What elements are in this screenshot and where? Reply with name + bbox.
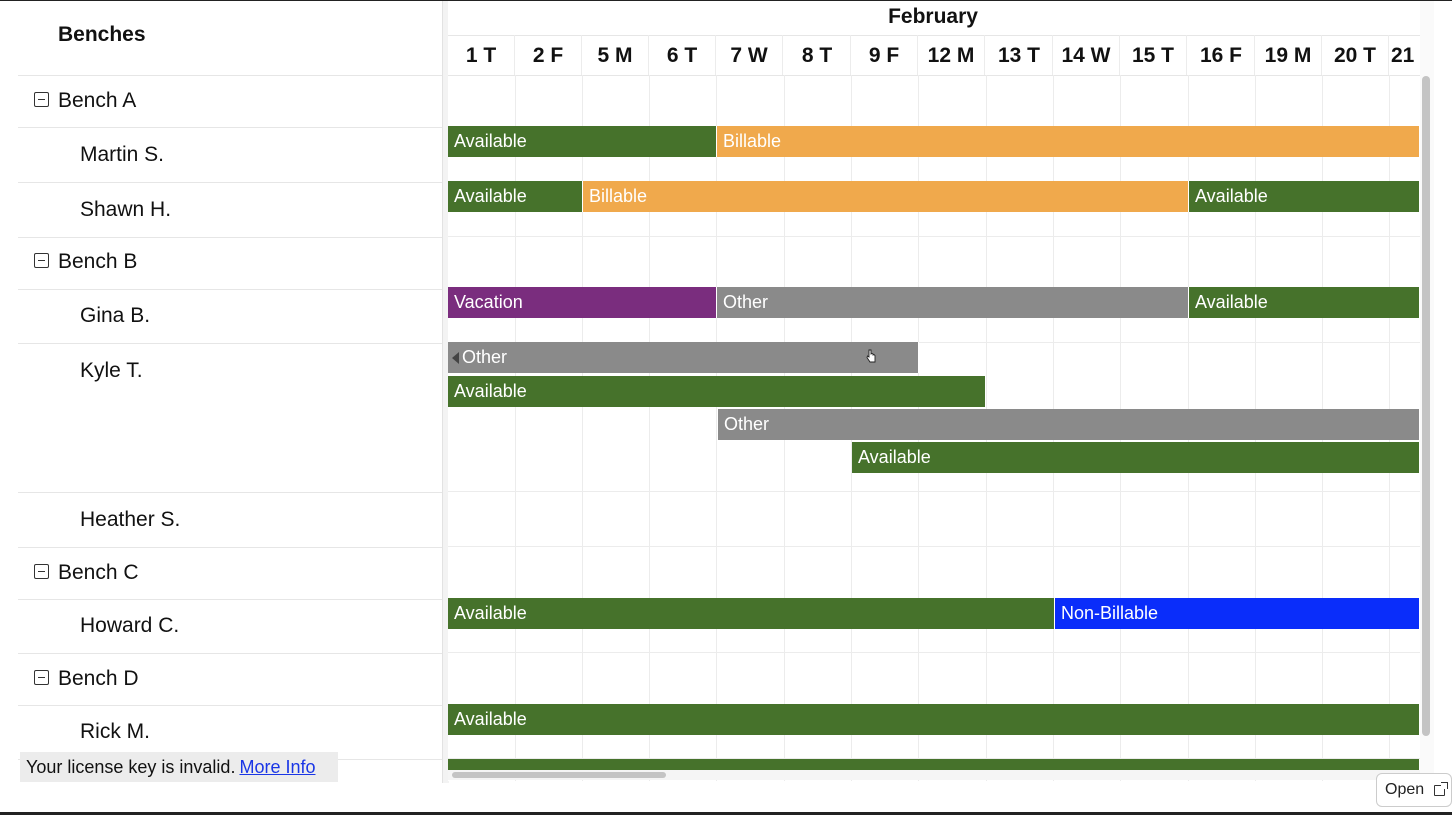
open-button-label: Open: [1385, 781, 1425, 798]
day-label: 15 T: [1131, 44, 1175, 67]
row-label: Bench B: [58, 250, 138, 273]
day-header-cell[interactable]: 7 W: [716, 35, 783, 75]
month-label: February: [888, 5, 978, 28]
day-label: 20 T: [1333, 44, 1377, 67]
event-bar[interactable]: Available: [448, 181, 583, 212]
event-bar[interactable]: Other: [718, 409, 1420, 440]
event-bar[interactable]: Billable: [717, 126, 1420, 157]
event-bar[interactable]: Available: [1189, 287, 1420, 318]
vertical-scrollbar-thumb[interactable]: [1422, 76, 1430, 736]
day-header-cell[interactable]: 13 T: [986, 35, 1053, 75]
row-howard[interactable]: Howard C.: [18, 599, 442, 654]
day-label: 14 W: [1061, 44, 1111, 67]
day-label: 19 M: [1264, 44, 1312, 67]
grid-line: [448, 546, 1420, 547]
license-text: Your license key is invalid.: [26, 757, 236, 777]
event-bar[interactable]: Available: [1189, 181, 1420, 212]
license-warning: Your license key is invalid. More Info: [20, 752, 338, 782]
grid-line: [448, 236, 1420, 237]
day-header-cell[interactable]: 9 F: [851, 35, 918, 75]
event-bar[interactable]: Available: [448, 126, 717, 157]
row-bench-c[interactable]: Bench C: [18, 547, 442, 600]
row-label: Howard C.: [80, 614, 180, 637]
grid-line: [448, 491, 1420, 492]
row-label: Shawn H.: [80, 198, 172, 221]
event-bar[interactable]: Available: [448, 704, 1420, 735]
row-label: Martin S.: [80, 143, 165, 166]
month-header: February: [448, 1, 1420, 36]
collapse-icon[interactable]: [34, 670, 49, 685]
day-header-cell[interactable]: 16 F: [1188, 35, 1255, 75]
event-bar[interactable]: Billable: [583, 181, 1189, 212]
collapse-icon[interactable]: [34, 253, 49, 268]
day-header-cell[interactable]: 12 M: [918, 35, 985, 75]
event-bar[interactable]: Vacation: [448, 287, 717, 318]
day-label: 7 W: [730, 44, 768, 67]
row-label: Kyle T.: [80, 359, 143, 382]
row-label: Heather S.: [80, 508, 181, 531]
event-bar[interactable]: Other: [717, 287, 1189, 318]
grid-line: [448, 652, 1420, 653]
event-bar[interactable]: Available: [448, 376, 986, 407]
day-header: 1 T 2 F 5 M 6 T 7 W 8 T 9 F 12 M 13 T 14…: [448, 35, 1420, 76]
day-label: 2 F: [532, 44, 564, 67]
day-header-cell[interactable]: 5 M: [582, 35, 649, 75]
day-header-cell[interactable]: 19 M: [1255, 35, 1322, 75]
row-kyle[interactable]: Kyle T.: [18, 343, 442, 493]
resource-header-label: Benches: [58, 23, 146, 46]
day-header-cell[interactable]: 15 T: [1120, 35, 1187, 75]
day-header-cell[interactable]: 1 T: [448, 35, 515, 75]
day-header-cell[interactable]: 8 T: [784, 35, 851, 75]
event-bar[interactable]: Available: [448, 598, 1055, 629]
more-info-link[interactable]: More Info: [239, 757, 315, 777]
row-gina[interactable]: Gina B.: [18, 289, 442, 344]
day-label: 5 M: [597, 44, 633, 67]
hand-cursor-icon: [866, 349, 876, 363]
day-label: 8 T: [801, 44, 833, 67]
day-header-cell[interactable]: 20 T: [1322, 35, 1389, 75]
row-shawn[interactable]: Shawn H.: [18, 182, 442, 238]
row-bench-b[interactable]: Bench B: [18, 237, 442, 290]
row-label: Rick M.: [80, 720, 150, 743]
day-label: 6 T: [666, 44, 698, 67]
collapse-icon[interactable]: [34, 564, 49, 579]
day-label: 13 T: [997, 44, 1041, 67]
row-bench-a[interactable]: Bench A: [18, 75, 442, 128]
day-label: 12 M: [927, 44, 975, 67]
day-label: 16 F: [1199, 44, 1243, 67]
event-bar-dragging[interactable]: Other: [448, 342, 919, 373]
row-label: Bench D: [58, 667, 139, 690]
resource-header: Benches: [18, 1, 442, 76]
day-header-cell[interactable]: 21: [1389, 35, 1420, 75]
horizontal-scrollbar-thumb[interactable]: [452, 772, 666, 778]
open-button[interactable]: Open: [1376, 773, 1452, 807]
collapse-icon[interactable]: [34, 92, 49, 107]
row-bench-d[interactable]: Bench D: [18, 653, 442, 706]
row-label: Gina B.: [80, 304, 151, 327]
event-label: Other: [462, 347, 508, 367]
day-header-cell[interactable]: 14 W: [1053, 35, 1120, 75]
day-header-cell[interactable]: 6 T: [649, 35, 716, 75]
resource-panel: Benches Bench A Martin S. Shawn H. Bench…: [18, 1, 442, 781]
day-label: 21: [1391, 44, 1415, 67]
row-martin[interactable]: Martin S.: [18, 127, 442, 183]
external-link-icon: [1434, 782, 1448, 796]
row-label: Bench C: [58, 561, 139, 584]
row-label: Bench A: [58, 89, 137, 112]
left-arrow-icon: [452, 352, 459, 364]
day-label: 9 F: [868, 44, 900, 67]
scheduler-timeline: February 1 T 2 F 5 M 6 T 7 W 8 T 9 F 12 …: [448, 1, 1420, 781]
day-label: 1 T: [465, 44, 497, 67]
row-heather[interactable]: Heather S.: [18, 492, 442, 548]
event-bar[interactable]: Non-Billable: [1055, 598, 1420, 629]
day-header-cell[interactable]: 2 F: [515, 35, 582, 75]
event-bar[interactable]: Available: [852, 442, 1420, 473]
